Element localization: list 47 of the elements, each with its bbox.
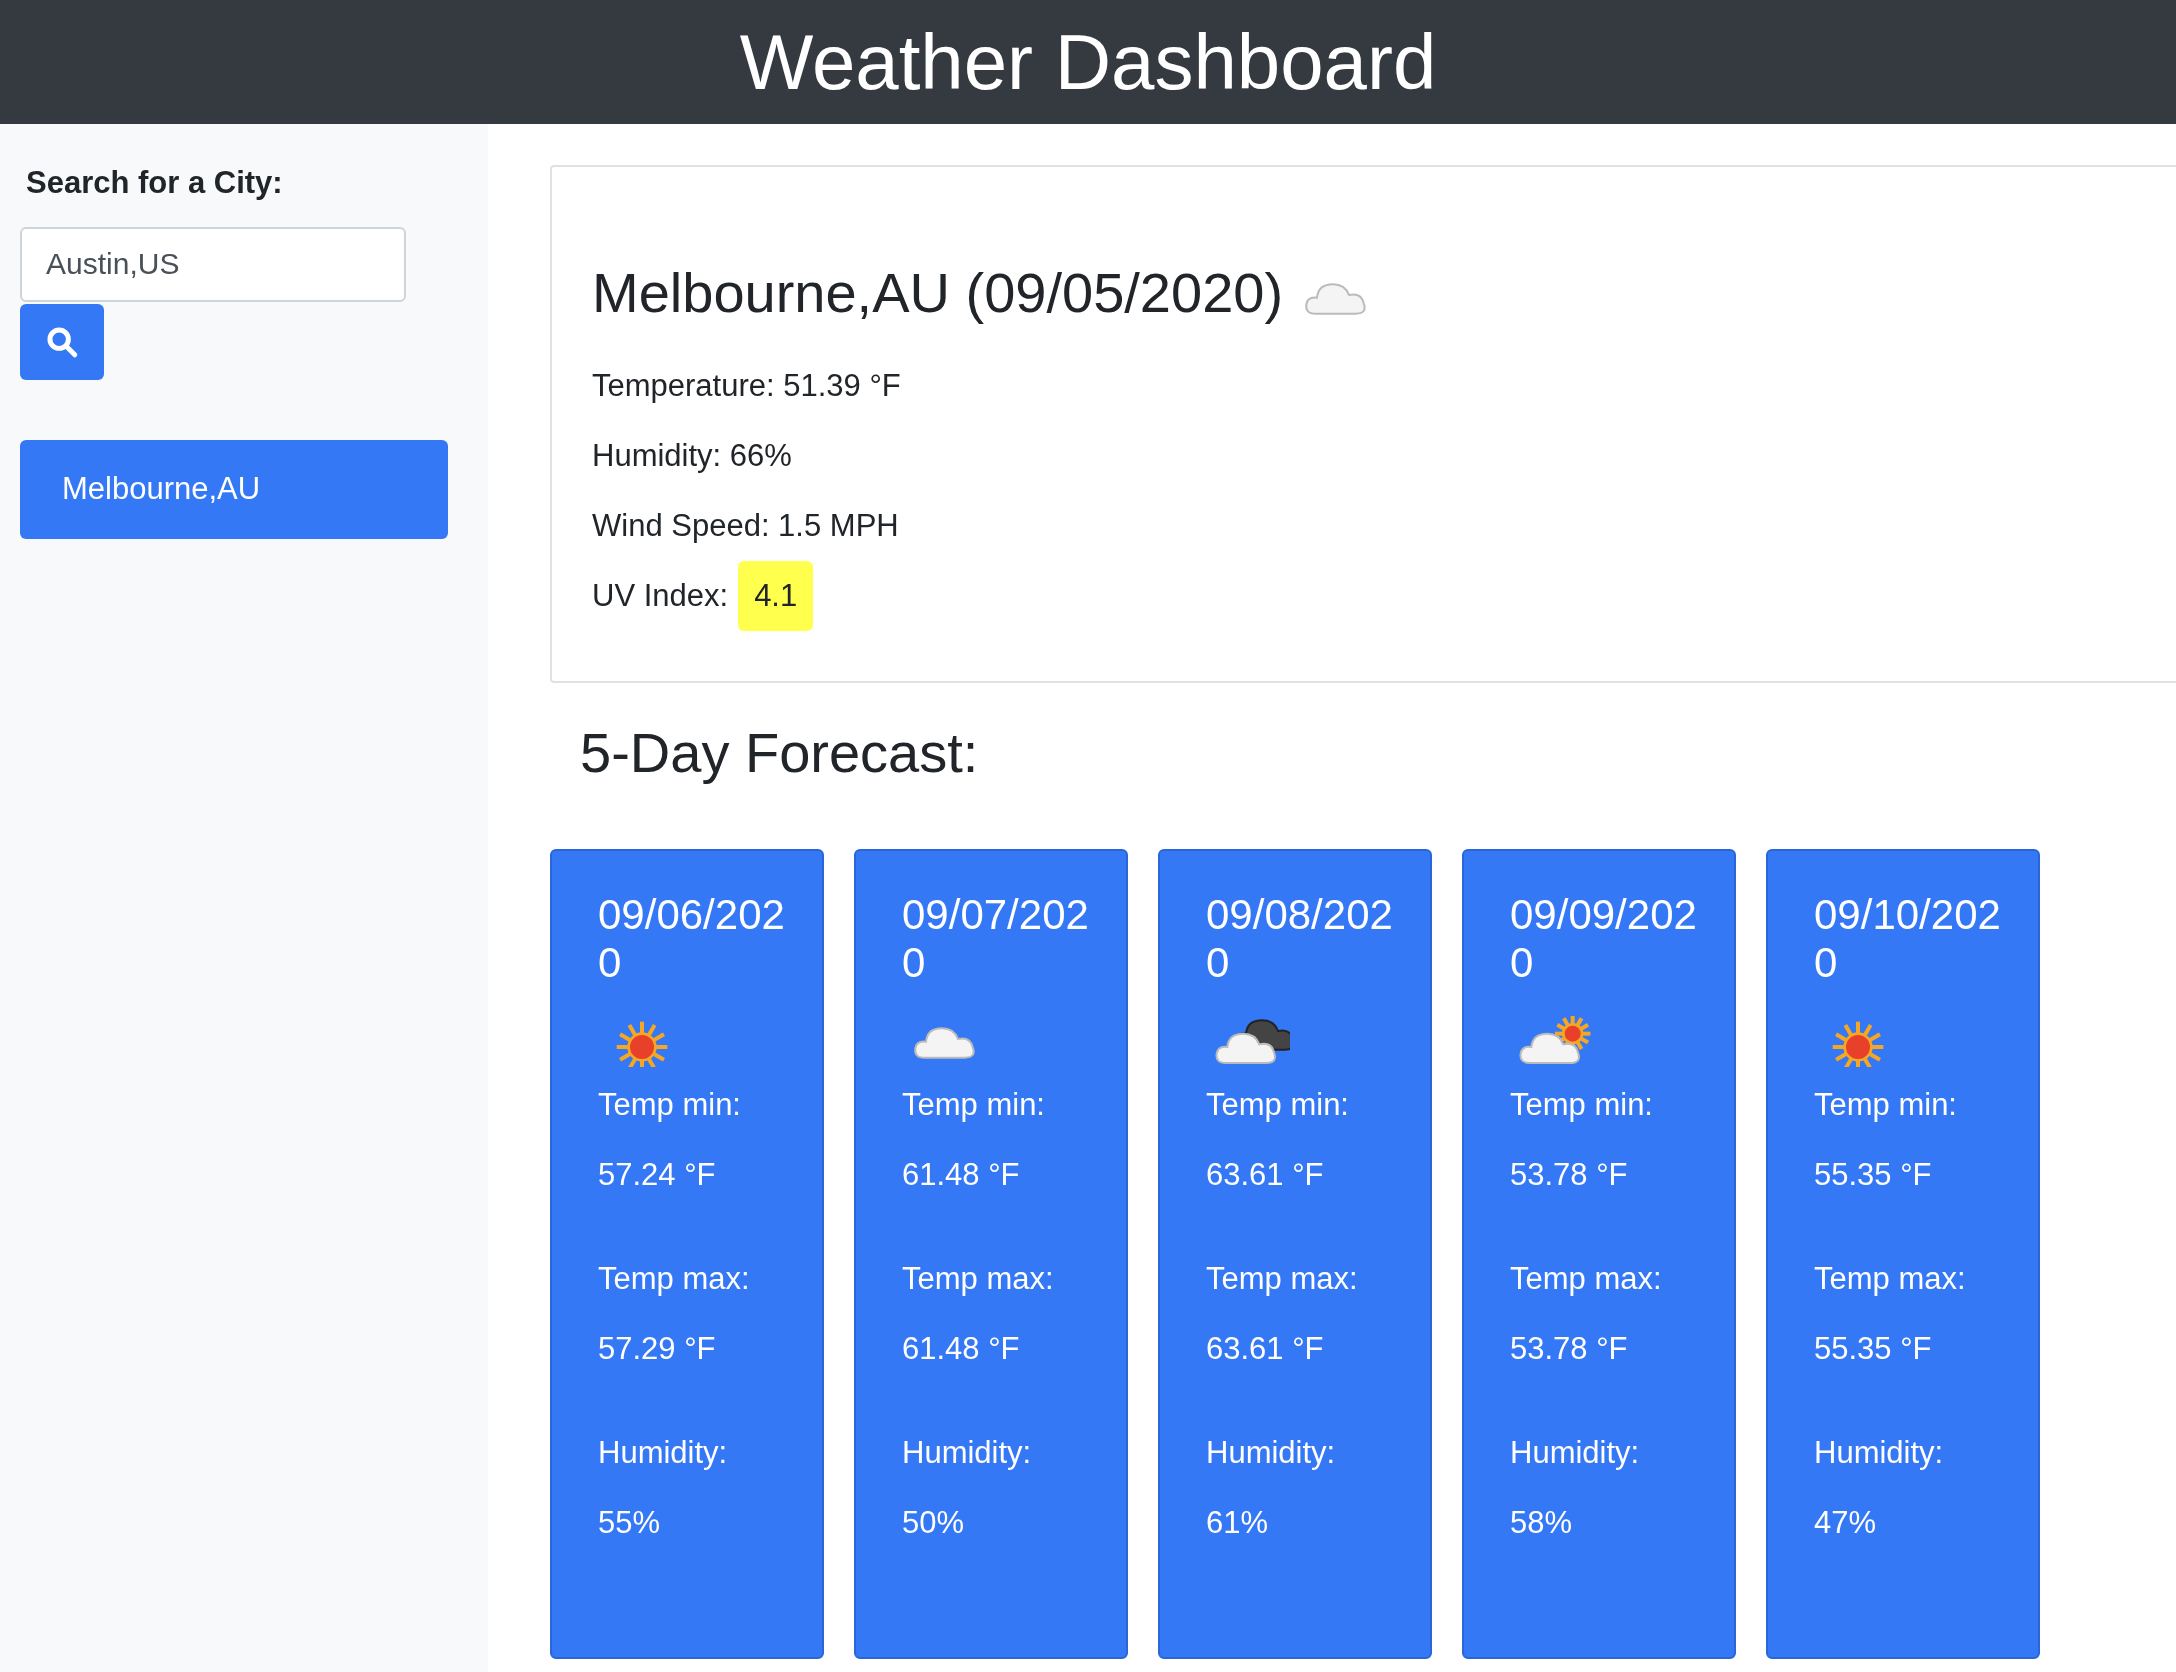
- page-title: Weather Dashboard: [739, 23, 1437, 101]
- uv-index-label: UV Index:: [592, 576, 729, 615]
- forecast-label: Temp min:: [1814, 1087, 1958, 1123]
- forecast-label: Humidity:: [902, 1435, 1033, 1471]
- forecast-label: Temp max:: [598, 1261, 751, 1297]
- forecast-label: Temp min:: [1206, 1087, 1350, 1123]
- forecast-label: Temp max:: [1206, 1261, 1359, 1297]
- weather-detail-text: Temperature: 51.39 °F: [592, 366, 901, 405]
- forecast-value: 61%: [1206, 1505, 1270, 1541]
- forecast-date: 09/06/2020: [598, 891, 786, 987]
- forecast-date: 09/09/2020: [1510, 891, 1698, 987]
- search-field[interactable]: Austin,US: [20, 226, 406, 302]
- forecast-value: 58%: [1510, 1505, 1574, 1541]
- forecast-value: 63.61 °F: [1206, 1331, 1325, 1367]
- forecast-value: 61.48 °F: [902, 1157, 1021, 1193]
- forecast-value: 47%: [1814, 1505, 1878, 1541]
- forecast-value: 53.78 °F: [1510, 1331, 1629, 1367]
- forecast-value: 55%: [598, 1505, 662, 1541]
- forecast-label: Humidity:: [598, 1435, 729, 1471]
- forecast-date: 09/07/2020: [902, 891, 1090, 987]
- forecast-value: 55.35 °F: [1814, 1331, 1933, 1367]
- forecast-heading: 5-Day Forecast:: [580, 725, 980, 786]
- weather-detail-text: Wind Speed: 1.5 MPH: [592, 506, 899, 545]
- forecast-label: Temp max:: [1510, 1261, 1663, 1297]
- forecast-label: Temp min:: [1510, 1087, 1654, 1123]
- forecast-date: 09/08/2020: [1206, 891, 1394, 987]
- history-city-button[interactable]: Melbourne,AU: [20, 439, 448, 539]
- forecast-date: 09/10/2020: [1814, 891, 2002, 987]
- forecast-label: Temp max:: [1814, 1261, 1967, 1297]
- forecast-label: Humidity:: [1206, 1435, 1337, 1471]
- forecast-value: 55.35 °F: [1814, 1157, 1933, 1193]
- uv-index-badge: 4.1: [738, 560, 814, 632]
- search-icon: [45, 324, 79, 359]
- forecast-value: 63.61 °F: [1206, 1157, 1325, 1193]
- forecast-value: 57.29 °F: [598, 1331, 717, 1367]
- forecast-value: 53.78 °F: [1510, 1157, 1629, 1193]
- weather-detail-text: Humidity: 66%: [592, 436, 792, 475]
- forecast-label: Humidity:: [1510, 1435, 1641, 1471]
- forecast-value: 57.24 °F: [598, 1157, 717, 1193]
- search-button[interactable]: [20, 303, 104, 380]
- forecast-value: 50%: [902, 1505, 966, 1541]
- search-label: Search for a City:: [26, 164, 284, 202]
- forecast-label: Temp min:: [902, 1087, 1046, 1123]
- forecast-value: 61.48 °F: [902, 1331, 1021, 1367]
- forecast-label: Temp max:: [902, 1261, 1055, 1297]
- forecast-label: Humidity:: [1814, 1435, 1945, 1471]
- forecast-label: Temp min:: [598, 1087, 742, 1123]
